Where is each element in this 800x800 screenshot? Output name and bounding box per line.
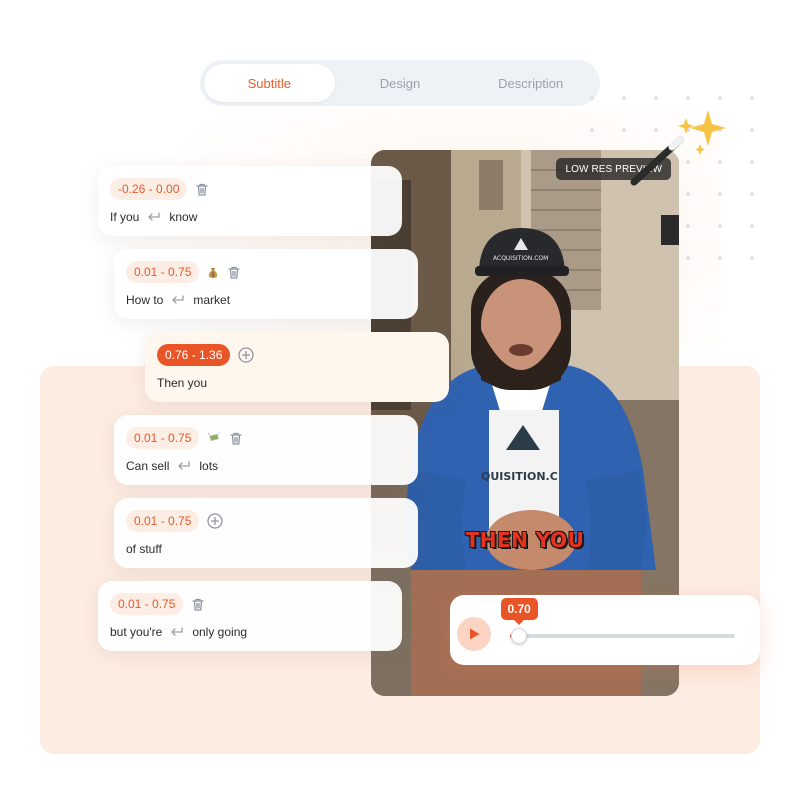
trash-icon[interactable]: [227, 265, 241, 280]
timestamp-badge[interactable]: 0.01 - 0.75: [126, 261, 200, 283]
decorative-dot: [750, 128, 754, 132]
decorative-dot: [718, 256, 722, 260]
subtitle-card[interactable]: -0.26 - 0.00 If you know: [98, 166, 402, 236]
subtitle-word[interactable]: of stuff: [126, 542, 162, 556]
subtitle-word[interactable]: know: [169, 210, 197, 224]
line-break-icon: [147, 212, 161, 222]
progress-thumb[interactable]: [511, 628, 527, 644]
decorative-dot: [686, 224, 690, 228]
cap-text: ACQUISITION.COM: [493, 255, 548, 262]
current-time-tooltip: 0.70: [500, 598, 538, 625]
subtitle-card[interactable]: 0.01 - 0.75 $ How to market: [114, 249, 418, 319]
decorative-dot: [654, 96, 658, 100]
subtitle-word[interactable]: but you're: [110, 625, 162, 639]
trash-icon[interactable]: [195, 182, 209, 197]
audio-player: 0.70: [450, 595, 760, 665]
subtitle-word[interactable]: market: [193, 293, 230, 307]
play-icon: [470, 628, 480, 640]
decorative-dot: [622, 128, 626, 132]
svg-text:$: $: [211, 271, 215, 278]
timestamp-badge[interactable]: 0.01 - 0.75: [126, 427, 200, 449]
timestamp-badge[interactable]: -0.26 - 0.00: [110, 178, 188, 200]
subtitle-word[interactable]: lots: [199, 459, 218, 473]
subtitle-card[interactable]: 0.01 - 0.75 but you're only going: [98, 581, 402, 651]
decorative-dot: [686, 96, 690, 100]
subtitle-word[interactable]: If you: [110, 210, 139, 224]
plus-circle-icon[interactable]: [207, 513, 224, 529]
decorative-dot: [750, 224, 754, 228]
timestamp-badge[interactable]: 0.01 - 0.75: [126, 510, 200, 532]
decorative-dot: [750, 192, 754, 196]
subtitle-word[interactable]: Then you: [157, 376, 207, 390]
decorative-dot: [686, 192, 690, 196]
decorative-dot: [590, 128, 594, 132]
subtitle-card-active[interactable]: 0.76 - 1.36 Then you: [145, 332, 449, 402]
tab-design[interactable]: Design: [335, 64, 466, 102]
shirt-text: QUISITION.C: [481, 470, 558, 483]
decorative-dot: [750, 160, 754, 164]
plus-circle-icon[interactable]: [238, 347, 255, 363]
magic-wand-icon: [630, 110, 726, 186]
decorative-dot: [718, 192, 722, 196]
subtitle-word[interactable]: only going: [192, 625, 247, 639]
decorative-dot: [622, 96, 626, 100]
subtitle-card[interactable]: 0.01 - 0.75 Can sell lots: [114, 415, 418, 485]
play-button[interactable]: [457, 617, 491, 651]
decorative-dot: [590, 96, 594, 100]
money-wings-icon: [207, 432, 221, 444]
decorative-dot: [750, 96, 754, 100]
line-break-icon: [177, 461, 191, 471]
subtitle-word[interactable]: Can sell: [126, 459, 169, 473]
progress-track[interactable]: [510, 634, 735, 638]
trash-icon[interactable]: [229, 431, 243, 446]
timestamp-badge[interactable]: 0.76 - 1.36: [157, 344, 231, 366]
line-break-icon: [171, 295, 185, 305]
decorative-dot: [686, 256, 690, 260]
tab-description[interactable]: Description: [465, 64, 596, 102]
decorative-dot: [750, 256, 754, 260]
timestamp-badge[interactable]: 0.01 - 0.75: [110, 593, 184, 615]
tab-bar: Subtitle Design Description: [200, 60, 600, 106]
subtitle-word[interactable]: How to: [126, 293, 163, 307]
line-break-icon: [170, 627, 184, 637]
subtitle-card[interactable]: 0.01 - 0.75 of stuff: [114, 498, 418, 568]
tab-subtitle[interactable]: Subtitle: [204, 64, 335, 102]
decorative-dot: [718, 96, 722, 100]
money-bag-icon: $: [207, 266, 219, 279]
trash-icon[interactable]: [191, 597, 205, 612]
decorative-dot: [718, 224, 722, 228]
